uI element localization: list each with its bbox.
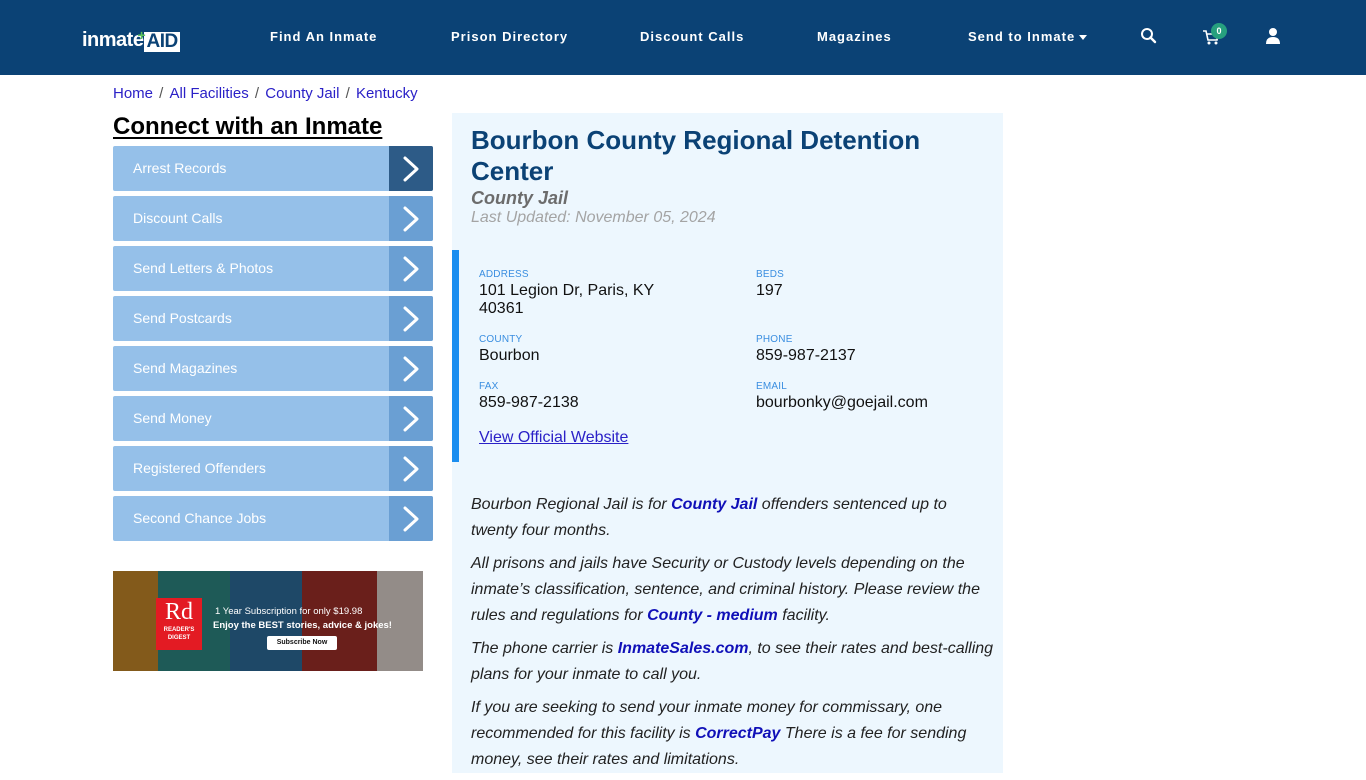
county-field: COUNTY Bourbon <box>479 334 540 365</box>
top-navbar: inmate + AID Find An Inmate Prison Direct… <box>0 0 1366 75</box>
search-icon[interactable] <box>1140 27 1158 45</box>
fax-label: FAX <box>479 381 499 392</box>
inmateaid-logo[interactable]: inmate + AID <box>82 26 180 52</box>
user-icon[interactable] <box>1264 27 1282 45</box>
readers-digest-ad-banner[interactable]: Rd READER'S DIGEST 1 Year Subscription f… <box>113 571 423 671</box>
nav-magazines[interactable]: Magazines <box>817 29 892 44</box>
phone-value[interactable]: 859-987-2137 <box>756 347 856 365</box>
inmatesales-link[interactable]: InmateSales.com <box>618 640 749 657</box>
sidebar-item-label: Send Money <box>133 410 212 426</box>
phone-field: PHONE 859-987-2137 <box>756 334 856 365</box>
breadcrumb-all-facilities[interactable]: All Facilities <box>170 85 249 102</box>
description-paragraph: Bourbon Regional Jail is for County Jail… <box>471 496 947 539</box>
sidebar-item-label: Send Postcards <box>133 310 232 326</box>
county-medium-link[interactable]: County - medium <box>647 607 778 624</box>
facility-type: County Jail <box>471 188 569 208</box>
view-official-website-link[interactable]: View Official Website <box>479 429 628 447</box>
caret-down-icon <box>1079 35 1088 41</box>
correctpay-link[interactable]: CorrectPay <box>695 725 780 742</box>
address-label: ADDRESS <box>479 269 529 280</box>
sidebar-item-registered-offenders[interactable]: Registered Offenders <box>113 446 433 491</box>
sidebar-item-send-money[interactable]: Send Money <box>113 396 433 441</box>
sidebar-item-label: Registered Offenders <box>133 460 266 476</box>
ad-subheadline: Enjoy the BEST stories, advice & jokes! <box>213 620 392 631</box>
logo-text-inmate: inmate <box>82 29 144 51</box>
nav-prison-directory[interactable]: Prison Directory <box>451 29 568 44</box>
address-value: 101 Legion Dr, Paris, KY 40361 <box>479 282 654 317</box>
chevron-right-icon <box>389 346 433 391</box>
breadcrumb: Home / All Facilities / County Jail / Ke… <box>113 85 418 102</box>
sidebar-item-label: Arrest Records <box>133 160 227 176</box>
chevron-right-icon <box>389 246 433 291</box>
sidebar-item-label: Send Letters & Photos <box>133 260 274 276</box>
plus-icon: + <box>137 27 146 43</box>
breadcrumb-kentucky[interactable]: Kentucky <box>356 85 418 102</box>
county-value: Bourbon <box>479 347 540 364</box>
nav-send-to-inmate[interactable]: Send to Inmate <box>968 29 1088 44</box>
chevron-right-icon <box>389 396 433 441</box>
description-paragraph: If you are seeking to send your inmate m… <box>471 699 967 768</box>
county-label: COUNTY <box>479 334 523 345</box>
phone-label: PHONE <box>756 334 793 345</box>
fax-value: 859-987-2138 <box>479 394 579 411</box>
sidebar-menu: Arrest Records Discount Calls Send Lette… <box>113 146 433 546</box>
email-value[interactable]: bourbonky@goejail.com <box>756 394 928 412</box>
nav-discount-calls[interactable]: Discount Calls <box>640 29 744 44</box>
subscribe-now-button[interactable]: Subscribe Now <box>267 636 337 650</box>
breadcrumb-county-jail[interactable]: County Jail <box>265 85 339 102</box>
sidebar-item-label: Discount Calls <box>133 210 223 226</box>
logo-text-aid: + AID <box>137 27 180 52</box>
cart-count-badge: 0 <box>1211 23 1227 39</box>
ad-headline: 1 Year Subscription for only $19.98 <box>215 606 363 617</box>
sidebar-item-send-postcards[interactable]: Send Postcards <box>113 296 433 341</box>
sidebar-item-second-chance-jobs[interactable]: Second Chance Jobs <box>113 496 433 541</box>
fax-field: FAX 859-987-2138 <box>479 381 579 412</box>
sidebar-item-label: Second Chance Jobs <box>133 510 267 526</box>
sidebar-item-label: Send Magazines <box>133 360 238 376</box>
chevron-right-icon <box>389 446 433 491</box>
sidebar-item-send-magazines[interactable]: Send Magazines <box>113 346 433 391</box>
county-jail-link[interactable]: County Jail <box>671 496 757 513</box>
nav-find-an-inmate[interactable]: Find An Inmate <box>270 29 377 44</box>
chevron-right-icon <box>389 496 433 541</box>
beds-label: BEDS <box>756 269 785 280</box>
breadcrumb-home[interactable]: Home <box>113 85 153 102</box>
sidebar-title: Connect with an Inmate <box>113 113 383 140</box>
sidebar-item-discount-calls[interactable]: Discount Calls <box>113 196 433 241</box>
sidebar-item-send-letters-photos[interactable]: Send Letters & Photos <box>113 246 433 291</box>
address-field: ADDRESS 101 Legion Dr, Paris, KY 40361 <box>479 269 679 318</box>
chevron-right-icon <box>389 146 433 191</box>
email-field: EMAIL bourbonky@goejail.com <box>756 381 928 412</box>
chevron-right-icon <box>389 196 433 241</box>
description-paragraph: The phone carrier is InmateSales.com, to… <box>471 640 994 683</box>
last-updated: Last Updated: November 05, 2024 <box>471 209 716 226</box>
sidebar-item-arrest-records[interactable]: Arrest Records <box>113 146 433 191</box>
email-label: EMAIL <box>756 381 788 392</box>
description-paragraph: All prisons and jails have Security or C… <box>471 555 980 624</box>
readers-digest-logo: Rd READER'S DIGEST <box>156 598 202 650</box>
beds-value: 197 <box>756 282 783 299</box>
facility-description: Bourbon Regional Jail is for County Jail… <box>471 492 996 780</box>
facility-name: Bourbon County Regional Detention Center <box>471 125 921 186</box>
beds-field: BEDS 197 <box>756 269 784 300</box>
chevron-right-icon <box>389 296 433 341</box>
